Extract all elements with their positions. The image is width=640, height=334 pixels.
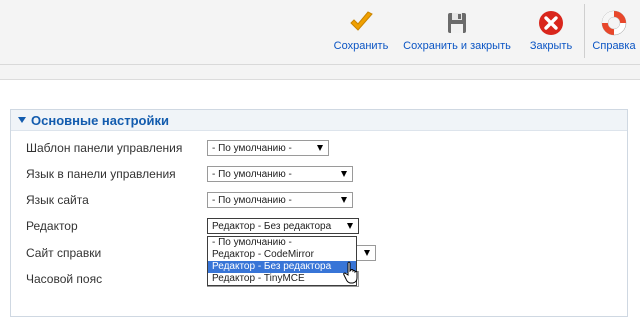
label-admin-language: Язык в панели управления bbox=[26, 167, 176, 181]
admin-template-select[interactable]: - По умолчанию - bbox=[207, 140, 329, 156]
chevron-down-icon bbox=[317, 145, 323, 151]
label-admin-template: Шаблон панели управления bbox=[26, 141, 183, 155]
fieldset-title: Основные настройки bbox=[31, 113, 169, 128]
chevron-down-icon bbox=[347, 223, 353, 229]
label-help-site: Сайт справки bbox=[26, 246, 102, 260]
save-and-close-label: Сохранить и закрыть bbox=[403, 40, 511, 52]
editor-option-default[interactable]: - По умолчанию - bbox=[208, 237, 356, 249]
save-label: Сохранить bbox=[333, 40, 389, 52]
toolbar-gap bbox=[0, 65, 640, 79]
label-site-language: Язык сайта bbox=[26, 193, 89, 207]
chevron-down-icon bbox=[341, 171, 347, 177]
close-circle-icon bbox=[539, 11, 563, 35]
help-button[interactable]: Справка bbox=[590, 0, 638, 62]
floppy-disk-icon bbox=[448, 13, 466, 33]
editor-select[interactable]: Редактор - Без редактора bbox=[207, 218, 359, 234]
toolbar: Сохранить Сохранить и закрыть Закрыть Сп… bbox=[0, 0, 640, 65]
toolbar-separator bbox=[584, 4, 585, 58]
chevron-down-icon bbox=[341, 197, 347, 203]
hand-cursor-icon bbox=[343, 261, 358, 284]
editor-option-codemirror[interactable]: Редактор - CodeMirror bbox=[208, 249, 356, 261]
save-and-close-button[interactable]: Сохранить и закрыть bbox=[398, 0, 516, 62]
checkmark-icon bbox=[350, 11, 373, 31]
admin-language-select[interactable]: - По умолчанию - bbox=[207, 166, 353, 182]
save-button[interactable]: Сохранить bbox=[330, 0, 392, 62]
help-label: Справка bbox=[592, 40, 636, 52]
chevron-down-icon bbox=[364, 250, 370, 256]
editor-option-tinymce[interactable]: Редактор - TinyMCE bbox=[208, 273, 356, 285]
basic-settings-header[interactable]: Основные настройки bbox=[11, 110, 627, 131]
close-label: Закрыть bbox=[529, 40, 573, 52]
label-editor: Редактор bbox=[26, 219, 78, 233]
lifebuoy-icon bbox=[601, 10, 627, 36]
label-timezone: Часовой пояс bbox=[26, 272, 103, 286]
editor-option-none[interactable]: Редактор - Без редактора bbox=[208, 261, 356, 273]
close-button[interactable]: Закрыть bbox=[522, 0, 580, 62]
collapse-arrow-icon[interactable] bbox=[18, 117, 26, 123]
editor-dropdown-list: - По умолчанию - Редактор - CodeMirror Р… bbox=[207, 236, 357, 286]
site-language-select[interactable]: - По умолчанию - bbox=[207, 192, 353, 208]
